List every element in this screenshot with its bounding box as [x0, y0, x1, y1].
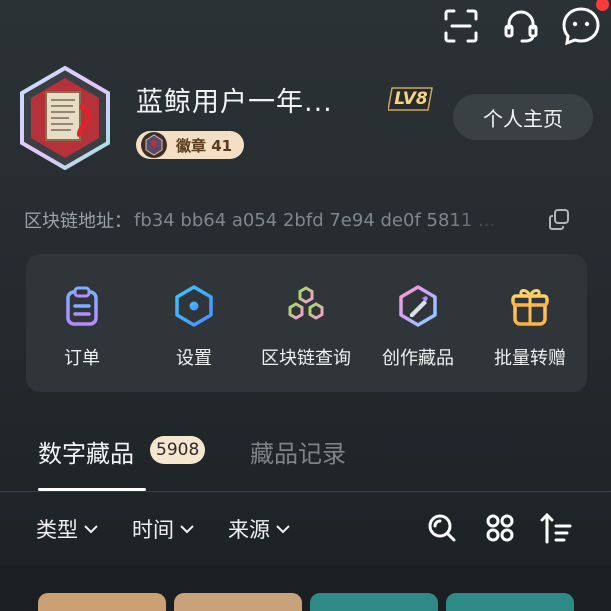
profile-header: 蓝鲸用户一年... LV8 个人主页 徽章 41 [16, 65, 596, 176]
scan-icon[interactable] [431, 0, 491, 52]
chevron-down-icon [276, 525, 290, 534]
sort-icon[interactable] [540, 512, 572, 544]
menu-label: 订单 [64, 348, 100, 369]
settings-hex-icon [175, 285, 213, 327]
tab-digital-collections[interactable]: 数字藏品 [38, 434, 134, 469]
collection-card[interactable] [310, 593, 438, 611]
chevron-down-icon [180, 525, 194, 534]
badge-count[interactable]: 徽章 41 [136, 131, 245, 159]
filter-source-label: 来源 [228, 518, 270, 542]
blockchain-address: 区块链地址： fb34 bb64 a054 2bfd 7e94 de0f 581… [24, 206, 584, 234]
menu-item-blockchain-query[interactable]: 区块链查询 [250, 254, 362, 392]
badge-label: 徽章 41 [176, 136, 233, 155]
level-text: LV8 [394, 89, 428, 109]
grid-view-icon[interactable] [484, 512, 516, 544]
personal-homepage-button[interactable]: 个人主页 [453, 94, 593, 140]
top-bar [431, 0, 611, 52]
collection-card[interactable] [446, 593, 574, 611]
menu-label: 设置 [176, 348, 212, 369]
menu-item-orders[interactable]: 订单 [26, 254, 138, 392]
create-icon [399, 285, 437, 327]
filter-time-dropdown[interactable]: 时间 [132, 514, 194, 544]
user-name: 蓝鲸用户一年... [136, 87, 333, 118]
blockchain-icon [288, 286, 324, 320]
filter-bar: 类型 时间 来源 [0, 500, 611, 556]
collection-card[interactable] [174, 593, 302, 611]
address-label: 区块链地址： [24, 211, 132, 232]
chat-bot-icon[interactable] [551, 0, 611, 52]
search-icon[interactable] [426, 512, 458, 544]
collection-tabs: 数字藏品 5908 藏品记录 [0, 420, 611, 491]
chevron-down-icon [84, 525, 98, 534]
menu-label: 创作藏品 [382, 348, 454, 369]
menu-label: 区块链查询 [261, 348, 351, 369]
clipboard-icon [66, 286, 98, 326]
notification-dot [596, 0, 609, 11]
collection-count-badge: 5908 [150, 436, 206, 464]
filter-type-label: 类型 [36, 518, 78, 542]
filter-type-dropdown[interactable]: 类型 [36, 514, 98, 544]
level-badge: LV8 [387, 86, 434, 112]
copy-icon[interactable] [548, 208, 570, 230]
menu-item-settings[interactable]: 设置 [138, 254, 250, 392]
headset-icon[interactable] [491, 0, 551, 52]
collection-grid [0, 566, 611, 611]
divider [0, 491, 611, 492]
tab-collection-records[interactable]: 藏品记录 [250, 434, 346, 469]
gift-icon [511, 289, 549, 326]
menu-label: 批量转赠 [494, 348, 566, 369]
address-value: fb34 bb64 a054 2bfd 7e94 de0f 5811 ... [134, 209, 496, 231]
menu-item-batch-transfer[interactable]: 批量转赠 [474, 254, 586, 392]
function-menu: 订单 设置 区块链查询 创作藏品 批量转赠 [26, 254, 587, 392]
menu-item-create-collection[interactable]: 创作藏品 [362, 254, 474, 392]
filter-time-label: 时间 [132, 518, 174, 542]
filter-source-dropdown[interactable]: 来源 [228, 514, 290, 544]
avatar[interactable] [16, 65, 114, 171]
collection-card[interactable] [38, 593, 166, 611]
medal-icon [141, 132, 167, 158]
